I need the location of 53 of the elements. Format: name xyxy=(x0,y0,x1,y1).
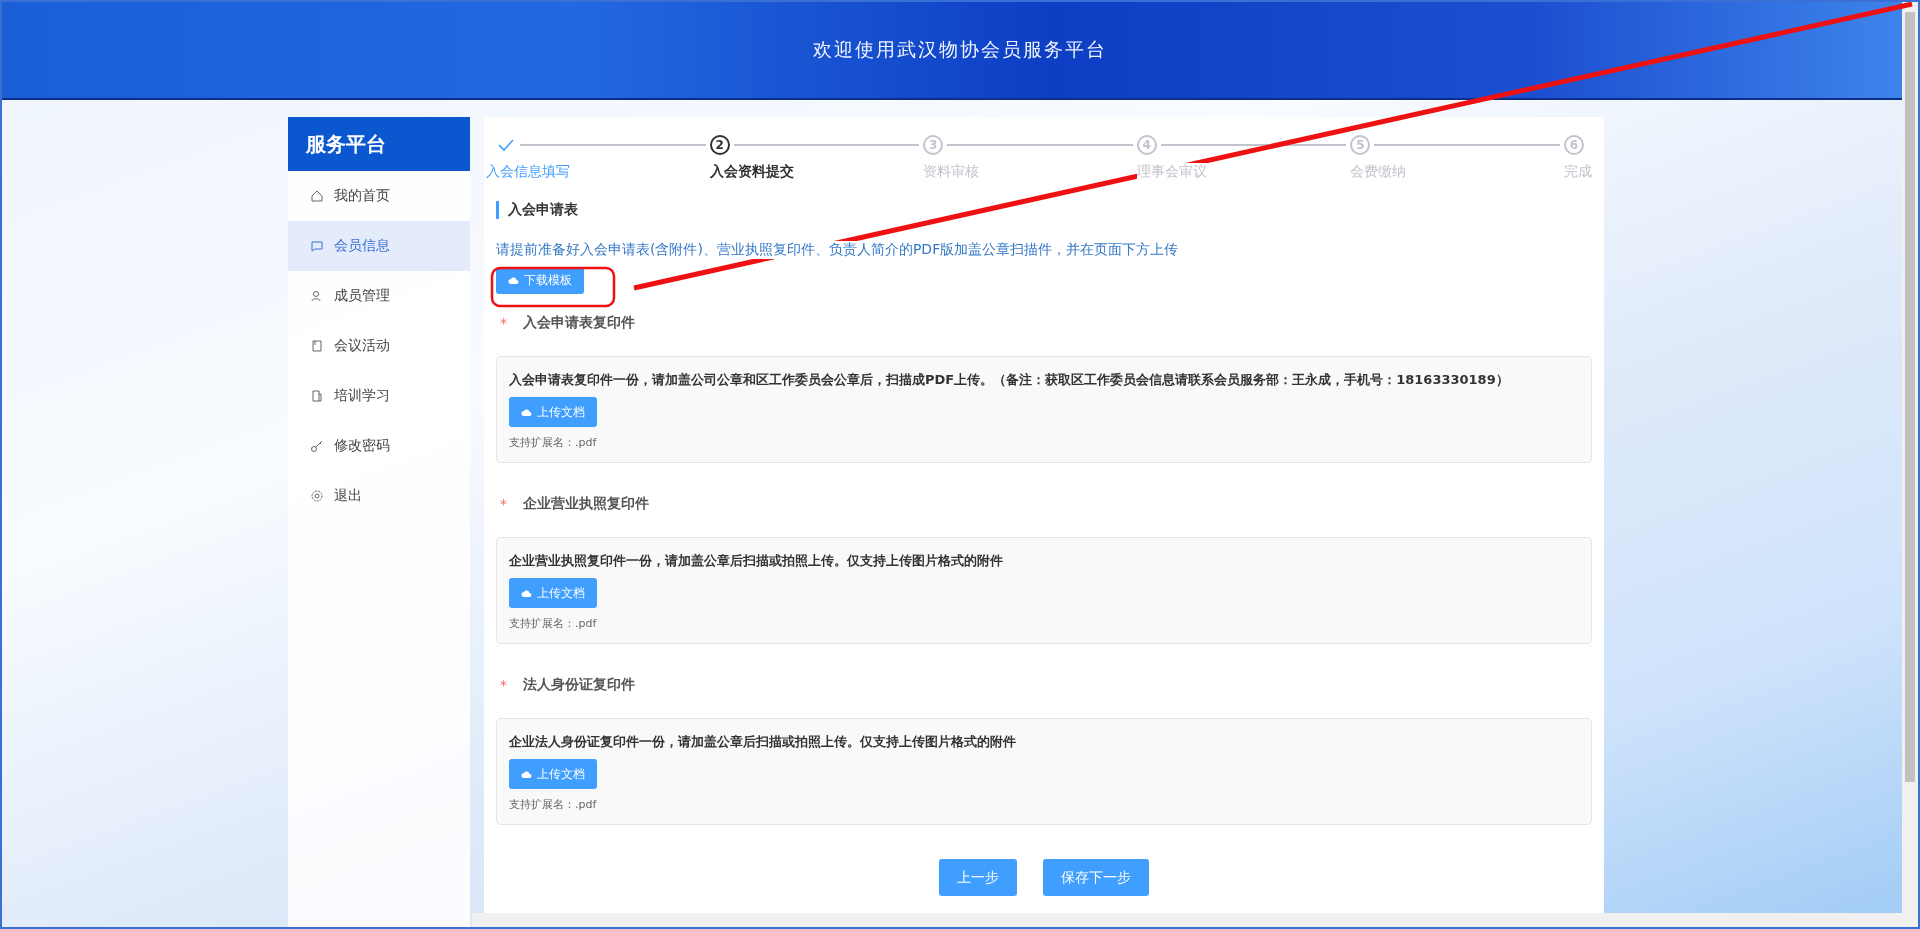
step-number: 6 xyxy=(1563,135,1584,155)
download-template-button[interactable]: 下载模板 xyxy=(496,267,584,294)
upload-description: 入会申请表复印件一份，请加盖公司公章和区工作委员会公章后，扫描成PDF上传。（备注：获取区工作委员会信息请联系会员服务部：王永成，手机号：18163330189） xyxy=(509,371,1510,389)
extension-note: 支持扩展名：.pdf xyxy=(509,797,598,812)
home-icon xyxy=(310,189,324,203)
required-mark: * xyxy=(500,677,507,693)
sidebar-item[interactable]: 会员信息 xyxy=(288,221,470,271)
field-label: 入会申请表复印件 xyxy=(523,314,635,332)
cloud-upload-icon xyxy=(521,588,532,598)
header-title: 欢迎使用武汉物协会员服务平台 xyxy=(813,37,1107,62)
sidebar-item[interactable]: 我的首页 xyxy=(288,171,470,221)
sidebar-item[interactable]: 培训学习 xyxy=(288,371,470,421)
step-title: 完成 xyxy=(1563,163,1592,181)
hint-text: 请提前准备好入会申请表(含附件)、营业执照复印件、负责人简介的PDF版加盖公章扫描件，并在页面下方上传 xyxy=(496,241,1179,259)
sidebar-item[interactable]: 退出 xyxy=(288,471,470,521)
section-title: 入会申请表 xyxy=(496,201,1592,219)
save-next-button[interactable]: 保存下一步 xyxy=(1043,859,1149,896)
step-number: 4 xyxy=(1136,135,1157,155)
user-icon xyxy=(310,289,324,303)
upload-description: 企业营业执照复印件一份，请加盖公章后扫描或拍照上传。仅支持上传图片格式的附件 xyxy=(509,552,1004,570)
settings-icon xyxy=(310,489,324,503)
step-title: 入会信息填写 xyxy=(486,163,570,181)
cloud-upload-icon xyxy=(508,276,519,285)
extension-note: 支持扩展名：.pdf xyxy=(509,616,598,631)
upload-button[interactable]: 上传文档 xyxy=(509,397,597,427)
document-icon xyxy=(310,339,324,353)
cloud-upload-icon xyxy=(521,407,532,417)
upload-button[interactable]: 上传文档 xyxy=(509,759,597,789)
chat-icon xyxy=(310,239,324,253)
horizontal-scrollbar[interactable] xyxy=(472,913,1902,927)
sidebar-item[interactable]: 修改密码 xyxy=(288,421,470,471)
required-mark: * xyxy=(500,496,507,512)
step-title: 会费缴纳 xyxy=(1350,163,1407,181)
upload-button[interactable]: 上传文档 xyxy=(509,578,597,608)
field-label: 企业营业执照复印件 xyxy=(523,495,649,513)
step-number: 2 xyxy=(709,135,730,155)
sidebar-item[interactable]: 成员管理 xyxy=(288,271,470,321)
step-number: 3 xyxy=(923,135,944,155)
step-number: 5 xyxy=(1350,135,1371,155)
sidebar-title: 服务平台 xyxy=(288,117,470,171)
step-title: 入会资料提交 xyxy=(709,163,794,181)
previous-step-button[interactable]: 上一步 xyxy=(939,859,1017,896)
vertical-scrollbar[interactable] xyxy=(1902,2,1918,927)
step-title: 资料审核 xyxy=(923,163,980,181)
extension-note: 支持扩展名：.pdf xyxy=(509,435,598,450)
key-icon xyxy=(310,439,324,453)
book-icon xyxy=(310,389,324,403)
required-mark: * xyxy=(500,315,507,331)
upload-description: 企业法人身份证复印件一份，请加盖公章后扫描或拍照上传。仅支持上传图片格式的附件 xyxy=(509,733,1017,751)
cloud-upload-icon xyxy=(521,769,532,779)
sidebar-item[interactable]: 会议活动 xyxy=(288,321,470,371)
field-label: 法人身份证复印件 xyxy=(523,676,635,694)
step-title: 理事会审议 xyxy=(1136,163,1207,181)
